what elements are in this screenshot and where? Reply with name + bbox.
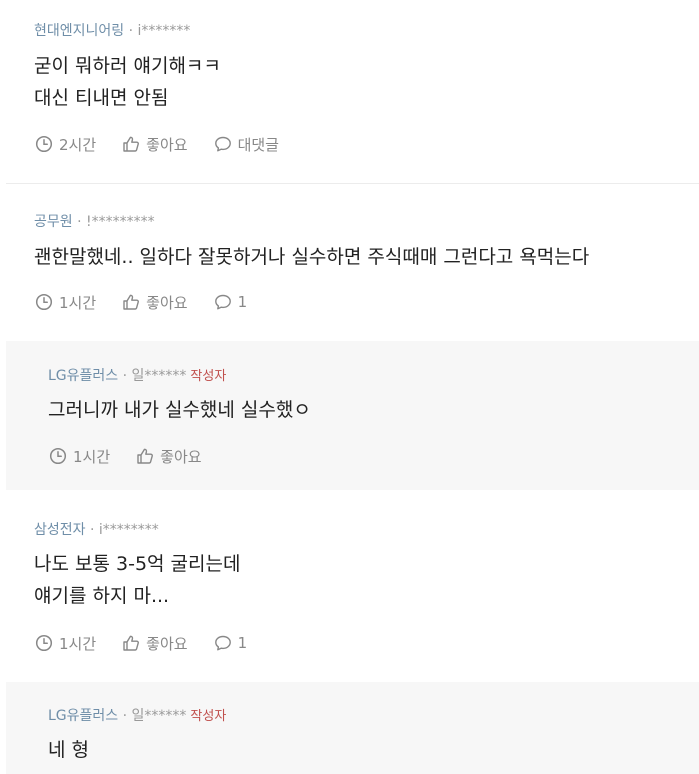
reply-count: 대댓글 (237, 135, 279, 154)
time-label: 2시간 (59, 135, 97, 154)
comment-meta: LG유플러스 · 일****** 작성자 (48, 367, 226, 386)
comment-actions: 1시간 좋아요 1 (35, 632, 273, 654)
comment-actions: 1시간 좋아요 (49, 445, 228, 467)
like-label: 좋아요 (160, 447, 202, 466)
company-name[interactable]: LG유플러스 (48, 368, 118, 384)
author-badge: 작성자 (190, 369, 227, 384)
user-id: 일****** (131, 708, 187, 724)
like-button[interactable]: 좋아요 (122, 633, 188, 654)
reply-count: 1 (237, 634, 248, 652)
like-button[interactable]: 좋아요 (122, 134, 188, 155)
reply-button[interactable]: 1 (214, 634, 248, 652)
user-id: 일****** (131, 368, 187, 384)
comment-actions: 2시간 좋아요 대댓글 (35, 133, 305, 155)
reply-button[interactable]: 대댓글 (214, 134, 279, 155)
time-label: 1시간 (73, 447, 111, 466)
timestamp: 1시간 (49, 446, 110, 467)
author-badge: 작성자 (190, 709, 227, 724)
clock-icon (35, 135, 53, 153)
like-label: 좋아요 (146, 634, 188, 653)
meta-separator: · (118, 708, 132, 724)
company-name[interactable]: 공무원 (34, 214, 73, 230)
clock-icon (49, 447, 67, 465)
comment-item: 삼성전자 · i******** 나도 보통 3-5억 굴리는데 얘기를 하지 … (6, 490, 699, 682)
meta-separator: · (85, 522, 99, 538)
reply-item: LG유플러스 · 일****** 작성자 그러니까 내가 실수했네 실수했ㅇ 1시… (6, 341, 699, 490)
comment-meta: LG유플러스 · 일****** 작성자 (48, 707, 226, 726)
thumbs-up-icon (123, 635, 140, 651)
thumbs-up-icon (123, 294, 140, 310)
timestamp: 2시간 (35, 134, 96, 155)
like-button[interactable]: 좋아요 (136, 446, 202, 467)
like-button[interactable]: 좋아요 (122, 292, 188, 313)
speech-bubble-icon (214, 635, 231, 651)
clock-icon (35, 634, 53, 652)
user-id: i******** (98, 522, 159, 538)
comment-body: 괜한말했네.. 일하다 잘못하거나 실수하면 주식때매 그런다고 욕먹는다 (34, 246, 590, 268)
comment-meta: 현대엔지니어링 · i******* (34, 22, 190, 40)
meta-separator: · (72, 214, 86, 230)
speech-bubble-icon (214, 136, 231, 152)
reply-button[interactable]: 1 (214, 293, 248, 311)
reply-count: 1 (237, 293, 248, 311)
comment-meta: 공무원 · !********* (34, 213, 155, 231)
meta-separator: · (118, 368, 132, 384)
company-name[interactable]: 현대엔지니어링 (34, 23, 124, 39)
comment-body: 네 형 (48, 739, 89, 761)
comment-item: 현대엔지니어링 · i******* 굳이 뭐하러 얘기해ㅋㅋ 대신 티내면 안… (6, 0, 699, 183)
comment-body: 굳이 뭐하러 얘기해ㅋㅋ 대신 티내면 안됨 (34, 55, 221, 109)
user-id: i******* (137, 23, 191, 39)
time-label: 1시간 (59, 634, 97, 653)
like-label: 좋아요 (146, 135, 188, 154)
time-label: 1시간 (59, 293, 97, 312)
comment-meta: 삼성전자 · i******** (34, 521, 159, 539)
comment-item: 공무원 · !********* 괜한말했네.. 일하다 잘못하거나 실수하면 … (6, 184, 699, 340)
comment-actions: 1시간 좋아요 1 (35, 291, 273, 313)
timestamp: 1시간 (35, 292, 96, 313)
speech-bubble-icon (214, 294, 231, 310)
company-name[interactable]: 삼성전자 (34, 522, 86, 538)
meta-separator: · (124, 23, 138, 39)
reply-item: LG유플러스 · 일****** 작성자 네 형 (6, 682, 699, 774)
comment-body: 나도 보통 3-5억 굴리는데 얘기를 하지 마... (34, 553, 241, 607)
timestamp: 1시간 (35, 633, 96, 654)
comment-body: 그러니까 내가 실수했네 실수했ㅇ (48, 399, 311, 421)
thumbs-up-icon (123, 136, 140, 152)
clock-icon (35, 293, 53, 311)
like-label: 좋아요 (146, 293, 188, 312)
thumbs-up-icon (137, 448, 154, 464)
user-id: !********* (86, 214, 155, 230)
company-name[interactable]: LG유플러스 (48, 708, 118, 724)
